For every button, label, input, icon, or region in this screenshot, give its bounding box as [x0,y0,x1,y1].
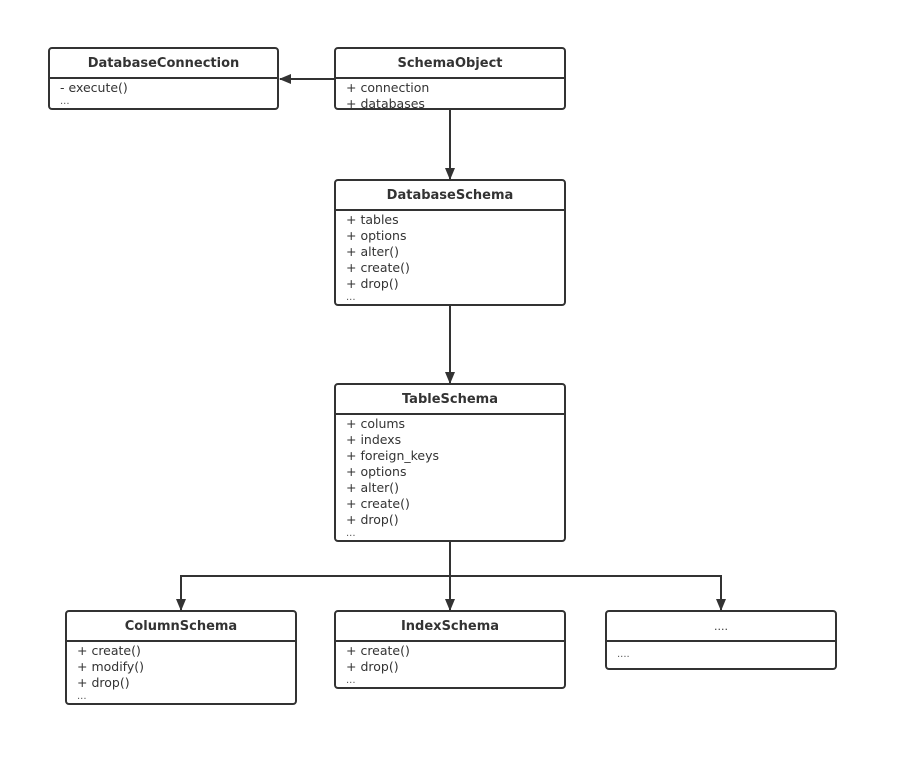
class-members: + colums + indexs + foreign_keys + optio… [336,415,564,540]
class-members: + create() + modify() + drop() ... [67,642,295,703]
class-name: DatabaseSchema [336,181,564,211]
class-database-schema[interactable]: DatabaseSchema + tables + options + alte… [334,179,566,306]
class-members: + create() + drop() ... [336,642,564,687]
class-member: + alter() [346,244,400,259]
class-column-schema[interactable]: ColumnSchema + create() + modify() + dro… [65,610,297,705]
class-member: + drop() [346,659,399,674]
class-member: + drop() [346,512,399,527]
class-member: + create() [77,643,141,658]
class-index-schema[interactable]: IndexSchema + create() + drop() ... [334,610,566,689]
class-more-ellipsis: ... [346,292,356,303]
class-more-ellipsis: ... [346,675,356,686]
class-schema-object[interactable]: SchemaObject + connection + databases [334,47,566,112]
class-member: + foreign_keys [346,448,440,463]
edge-tableschema-to-other [450,575,726,611]
class-name: .... [607,612,835,642]
class-member: + connection [346,80,430,95]
class-member: + tables [346,212,399,227]
class-member: + colums [346,416,406,431]
class-member: + create() [346,260,410,275]
class-name: IndexSchema [336,612,564,642]
class-member: + modify() [77,659,145,674]
class-database-connection[interactable]: DatabaseConnection - execute() ... [48,47,279,110]
class-members: + tables + options + alter() + create() … [336,211,564,304]
class-member: + databases [346,96,425,111]
class-member: + options [346,464,407,479]
edge-tableschema-to-columnschema [176,575,450,611]
class-member: + drop() [77,675,130,690]
class-table-schema[interactable]: TableSchema + colums + indexs + foreign_… [334,383,566,542]
class-members: .... [607,642,835,661]
class-member: - execute() [60,80,128,95]
class-name: SchemaObject [336,49,564,79]
class-member: + create() [346,643,410,658]
class-member: + create() [346,496,410,511]
class-more-ellipsis: ... [346,528,356,539]
class-name: DatabaseConnection [50,49,277,79]
class-members: - execute() ... [50,79,277,108]
class-other-placeholder[interactable]: .... .... [605,610,837,670]
class-member: + alter() [346,480,400,495]
class-more-ellipsis: ... [60,96,70,107]
class-name: ColumnSchema [67,612,295,642]
class-member: + options [346,228,407,243]
class-more-ellipsis: .... [617,649,630,660]
class-more-ellipsis: ... [77,691,87,702]
class-name: TableSchema [336,385,564,415]
class-members: + connection + databases [336,79,564,112]
class-member: + indexs [346,432,402,447]
class-member: + drop() [346,276,399,291]
